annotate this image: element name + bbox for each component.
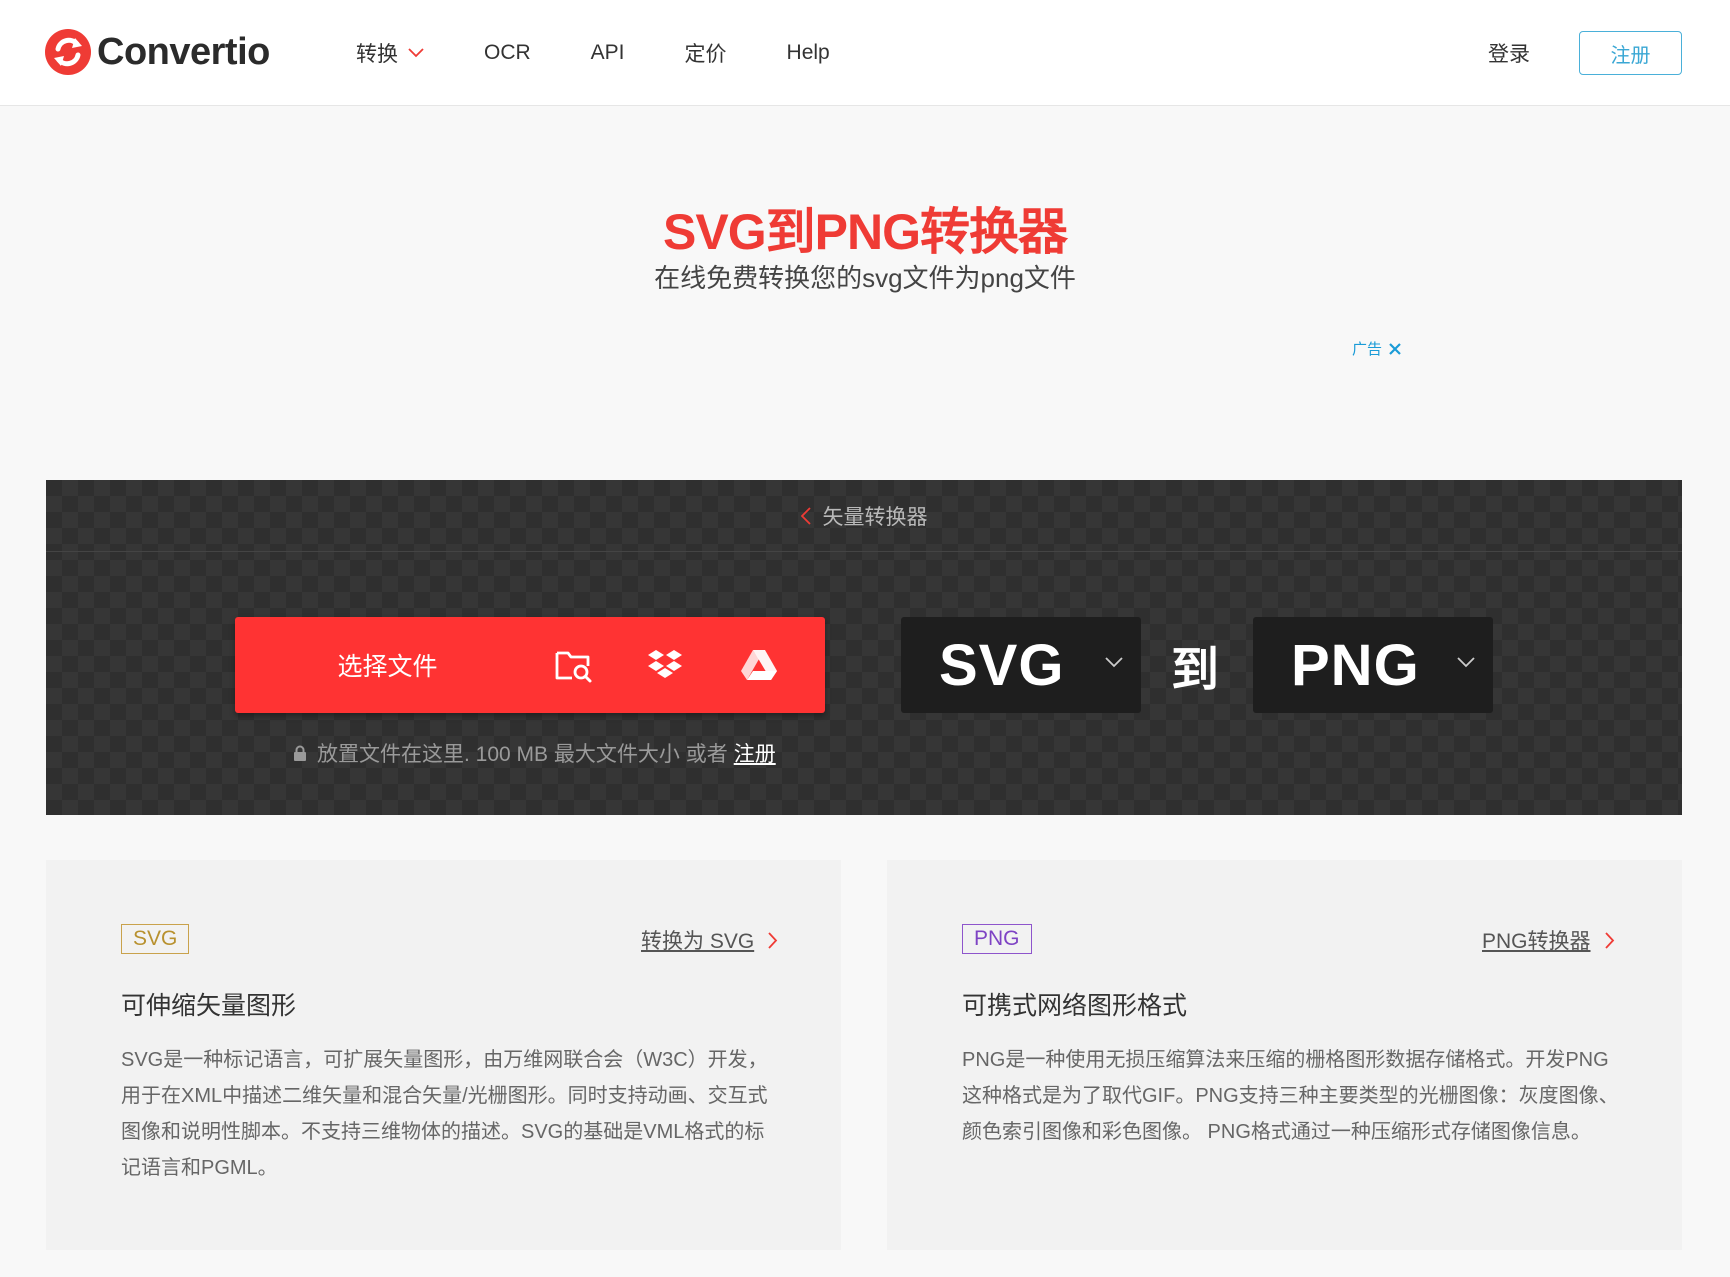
lock-icon xyxy=(294,745,306,761)
choose-file-label[interactable]: 选择文件 xyxy=(235,617,540,713)
category-label: 矢量转换器 xyxy=(822,505,928,529)
login-link[interactable]: 登录 xyxy=(1488,38,1530,68)
convert-to-svg-link[interactable]: 转换为 SVG xyxy=(641,925,778,955)
ad-close[interactable]: 广告 xyxy=(1352,338,1402,359)
site-header: Convertio 转换 OCR API 定价 Help 登录 注册 xyxy=(0,0,1730,106)
card-title: 可伸缩矢量图形 xyxy=(121,992,297,1020)
card-description: PNG是一种使用无损压缩算法来压缩的栅格图形数据存储格式。开发PNG这种格式是为… xyxy=(962,1049,1619,1143)
card-link-label: 转换为 SVG xyxy=(641,930,755,953)
main-nav: 转换 OCR API 定价 Help xyxy=(356,0,890,106)
to-format-value: PNG xyxy=(1291,632,1420,698)
ad-label: 广告 xyxy=(1352,341,1383,358)
to-format-select[interactable]: PNG xyxy=(1253,617,1493,713)
card-description: SVG是一种标记语言，可扩展矢量图形，由万维网联合会（W3C）开发，用于在XML… xyxy=(121,1049,768,1179)
nav-item-pricing[interactable]: 定价 xyxy=(685,38,727,68)
nav-item-label: Help xyxy=(786,41,830,64)
card-link-label: PNG转换器 xyxy=(1482,930,1591,953)
drop-note-text: 放置文件在这里. 100 MB 最大文件大小 或者 xyxy=(317,743,728,766)
page-subtitle: 在线免费转换您的svg文件为png文件 xyxy=(654,263,1076,293)
chevron-down-icon xyxy=(1105,657,1123,668)
svg-info-card: SVG 转换为 SVG 可伸缩矢量图形 SVG是一种标记语言，可扩展矢量图形，由… xyxy=(46,860,841,1250)
nav-item-convert[interactable]: 转换 xyxy=(356,38,424,68)
card-title: 可携式网络图形格式 xyxy=(962,992,1188,1020)
nav-item-label: 定价 xyxy=(684,43,727,66)
chevron-right-icon xyxy=(768,931,778,949)
drop-note-signup-link[interactable]: 注册 xyxy=(734,738,776,768)
logo[interactable]: Convertio xyxy=(45,28,270,76)
nav-item-label: API xyxy=(590,41,625,64)
from-format-value: SVG xyxy=(939,632,1065,698)
png-converter-link[interactable]: PNG转换器 xyxy=(1482,925,1615,955)
signup-button[interactable]: 注册 xyxy=(1579,31,1682,75)
folder-search-icon[interactable] xyxy=(553,645,593,685)
logo-text: Convertio xyxy=(97,30,270,73)
chevron-right-icon xyxy=(1604,931,1614,949)
format-tag-svg: SVG xyxy=(121,924,190,954)
from-format-select[interactable]: SVG xyxy=(901,617,1141,713)
format-tag-png: PNG xyxy=(962,924,1032,954)
converter-panel: 矢量转换器 选择文件 放置文件在这里. 100 MB 最大文件大小 或者 注册 … xyxy=(46,480,1682,815)
page-title: SVG到PNG转换器 xyxy=(663,204,1068,260)
drop-note: 放置文件在这里. 100 MB 最大文件大小 或者 注册 xyxy=(293,738,776,768)
png-info-card: PNG PNG转换器 可携式网络图形格式 PNG是一种使用无损压缩算法来压缩的栅… xyxy=(887,860,1682,1250)
nav-item-label: 转换 xyxy=(356,43,398,66)
logo-refresh-icon xyxy=(45,29,91,75)
close-icon xyxy=(1389,342,1401,355)
to-word: 到 xyxy=(1171,644,1220,697)
choose-file-button[interactable]: 选择文件 xyxy=(235,617,825,713)
nav-item-ocr[interactable]: OCR xyxy=(484,41,531,65)
chevron-left-icon xyxy=(800,506,811,525)
chevron-down-icon xyxy=(1457,657,1475,668)
dropbox-icon[interactable] xyxy=(645,645,685,685)
chevron-down-icon xyxy=(408,48,424,58)
nav-item-help[interactable]: Help xyxy=(787,41,830,65)
google-drive-icon[interactable] xyxy=(739,645,779,685)
category-back-link[interactable]: 矢量转换器 xyxy=(46,480,1682,552)
nav-item-api[interactable]: API xyxy=(591,41,625,65)
nav-item-label: OCR xyxy=(484,41,531,64)
